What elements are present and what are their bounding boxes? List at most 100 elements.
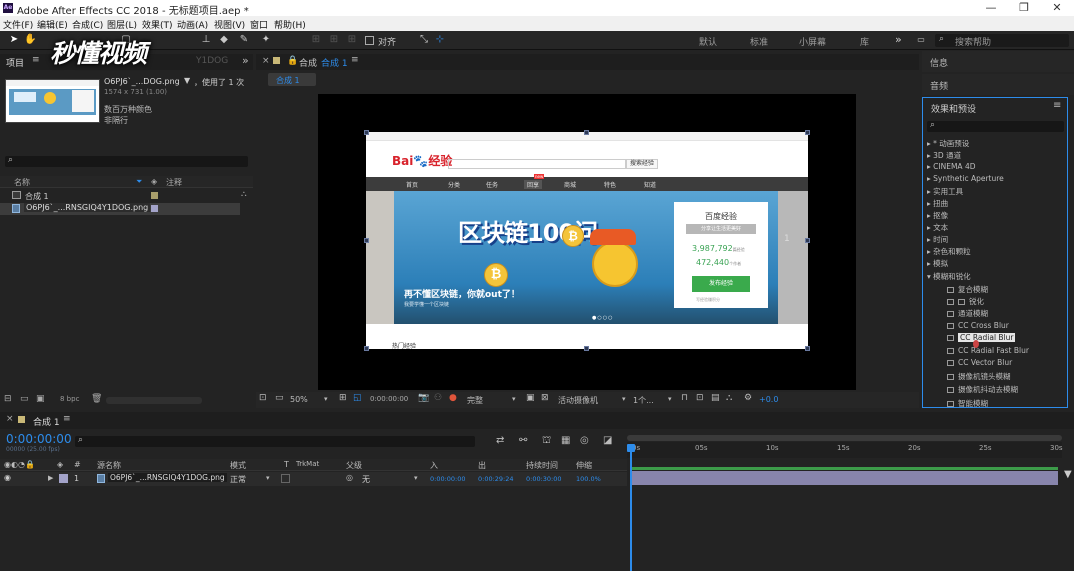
close-icon[interactable]: ✕	[1042, 1, 1072, 14]
flowchart-icon[interactable]: ⛬	[726, 393, 732, 403]
panel-menu-icon[interactable]: ≡	[351, 55, 359, 65]
draft-3d-icon[interactable]: ⚯	[519, 435, 527, 446]
preview-toggle-icon[interactable]: ⊡	[259, 393, 267, 403]
toggle-transparency-icon[interactable]: ⊠	[541, 393, 549, 403]
publish-button[interactable]: 发布经验	[692, 276, 750, 292]
fx-category-animation-presets[interactable]: ▸ * 动画预设	[927, 138, 969, 149]
eraser-tool-icon[interactable]: ◆	[218, 34, 230, 46]
snap-edge-icon[interactable]: ⤡	[418, 34, 430, 46]
layer-duration-bar[interactable]	[632, 471, 1058, 485]
col-comment[interactable]: 注释	[166, 177, 182, 188]
fx-item[interactable]: 智能模糊	[947, 398, 988, 408]
exposure-reset-icon[interactable]: ⚙	[744, 393, 752, 403]
time-ruler[interactable]: 0s 05s 10s 15s 20s 25s 30s	[627, 442, 1063, 458]
project-item-comp[interactable]: 合成 1 ⛬	[0, 189, 253, 202]
resolution-dropdown-icon[interactable]: ▾	[512, 395, 516, 403]
new-comp-icon[interactable]: ▣	[36, 394, 45, 404]
close-tab-icon[interactable]: ×	[262, 56, 270, 66]
menu-file[interactable]: 文件(F)	[3, 18, 33, 31]
transform-handle[interactable]	[805, 238, 810, 243]
maximize-icon[interactable]: ❐	[1009, 1, 1039, 14]
playhead[interactable]	[630, 446, 632, 571]
flowchart-icon[interactable]: ⛬	[241, 189, 247, 199]
camera-select[interactable]: 活动摄像机	[558, 395, 598, 406]
transform-handle[interactable]	[364, 238, 369, 243]
label-color-chip[interactable]	[59, 474, 68, 483]
graph-editor-icon[interactable]: ◪	[603, 435, 612, 446]
menu-animation[interactable]: 动画(A)	[177, 18, 208, 31]
transparency-grid-icon[interactable]: ◱	[353, 393, 362, 403]
layer-out[interactable]: 0:00:29:24	[478, 475, 514, 483]
motion-blur-icon[interactable]: ◎	[580, 435, 589, 446]
layer-in[interactable]: 0:00:00:00	[430, 475, 466, 483]
lock-icon[interactable]: 🔒	[287, 56, 298, 66]
workspace-standard[interactable]: 标准	[750, 35, 768, 48]
fx-category-3d-channel[interactable]: ▸ 3D 通道	[927, 150, 961, 161]
menu-layer[interactable]: 图层(L)	[107, 18, 137, 31]
parent-select[interactable]: 无	[362, 474, 370, 485]
composition-canvas[interactable]: Bai🐾经验 搜索经验 首页 分类 任务 回享 new 商城 特色 知道 区块链…	[318, 94, 856, 390]
fx-category-cinema4d[interactable]: ▸ CINEMA 4D	[927, 162, 976, 171]
fx-item[interactable]: CC Radial Fast Blur	[947, 346, 1029, 355]
zoom-dropdown-icon[interactable]: ▾	[324, 395, 328, 403]
workspace-small-screen[interactable]: 小屏幕	[799, 35, 826, 48]
menu-view[interactable]: 视图(V)	[214, 18, 245, 31]
transform-handle[interactable]	[364, 130, 369, 135]
pixel-aspect-icon[interactable]: ⊓	[681, 393, 688, 403]
fx-category-blur-sharpen[interactable]: ▾ 模糊和锐化	[927, 271, 971, 282]
transform-handle[interactable]	[584, 346, 589, 351]
effects-search-input[interactable]: ⌕	[927, 120, 1064, 132]
parent-dropdown-icon[interactable]: ▾	[414, 474, 418, 482]
monitor-icon[interactable]: ▭	[275, 393, 284, 403]
transform-handle[interactable]	[364, 346, 369, 351]
fx-item[interactable]: 通道模糊	[947, 308, 988, 319]
workspace-more-button[interactable]: »	[895, 33, 902, 46]
timeline-tab[interactable]: 合成 1	[33, 415, 60, 428]
footage-layer[interactable]: Bai🐾经验 搜索经验 首页 分类 任务 回享 new 商城 特色 知道 区块链…	[366, 132, 808, 349]
fx-category-text[interactable]: ▸ 文本	[927, 222, 948, 233]
label-color-chip[interactable]	[151, 192, 158, 199]
color-channels-icon[interactable]: ●	[449, 393, 457, 403]
site-banner[interactable]: 区块链100问 ₿ ₿ 再不懂区块链，你就out了！ 我要学懂一个区块链 ●○○…	[394, 191, 778, 324]
pick-whip-icon[interactable]: ◎	[346, 473, 353, 482]
blend-mode-select[interactable]: 正常	[230, 474, 246, 485]
fx-category-time[interactable]: ▸ 时间	[927, 234, 948, 245]
minimize-icon[interactable]: —	[976, 1, 1006, 14]
search-help-field[interactable]: ⌕ 搜索帮助	[935, 34, 1069, 48]
timeline-search-input[interactable]: ⌕	[75, 435, 475, 447]
asset-dropdown-icon[interactable]: ▼	[184, 76, 190, 85]
exposure-value[interactable]: +0.0	[759, 395, 778, 404]
hand-tool-icon[interactable]: ✋	[24, 34, 36, 46]
col-name[interactable]: 名称	[14, 177, 30, 188]
views-dropdown-icon[interactable]: ▾	[668, 395, 672, 403]
comp-tab-name[interactable]: 合成 1	[321, 56, 348, 69]
fx-item[interactable]: CC Vector Blur	[947, 358, 1012, 367]
fx-item[interactable]: 复合模糊	[947, 284, 988, 295]
views-select[interactable]: 1个...	[633, 395, 654, 406]
layer-row[interactable]: ◉ ▶ 1 O6PJ6`_...RNSGIQ4Y1DOG.png 正常 ▾ ◎ …	[0, 472, 627, 486]
fx-item[interactable]: 锐化	[947, 296, 984, 307]
new-folder-icon[interactable]: ▭	[20, 394, 29, 404]
info-panel[interactable]: 信息	[922, 51, 1074, 72]
fast-preview-icon[interactable]: ⊡	[696, 393, 704, 403]
expand-layer-icon[interactable]: ▶	[48, 474, 53, 482]
zoom-handle-icon[interactable]: ▼	[1064, 469, 1072, 481]
fit-icon[interactable]: ⊞	[339, 393, 347, 403]
comp-mini-flowchart-icon[interactable]: ⇄	[496, 435, 504, 446]
audio-panel[interactable]: 音频	[922, 74, 1074, 95]
fx-category-noise-grain[interactable]: ▸ 杂色和颗粒	[927, 246, 971, 257]
project-tab[interactable]: 项目	[6, 56, 24, 69]
region-of-interest-icon[interactable]: ▣	[526, 393, 535, 403]
fx-item[interactable]: CC Cross Blur	[947, 321, 1009, 330]
close-tab-icon[interactable]: ×	[6, 414, 14, 424]
menu-help[interactable]: 帮助(H)	[274, 18, 306, 31]
roto-brush-icon[interactable]: ✎	[238, 34, 250, 46]
label-color-chip[interactable]	[151, 205, 158, 212]
frame-blending-icon[interactable]: ▦	[561, 435, 570, 446]
resolution-select[interactable]: 完整	[467, 395, 483, 406]
eye-icon[interactable]: ◉◐◔🔒	[4, 460, 35, 469]
fx-category-keying[interactable]: ▸ 抠像	[927, 210, 948, 221]
more-tabs-icon[interactable]: »	[242, 54, 249, 67]
fx-item[interactable]: 摄像机抖动去模糊	[947, 384, 1018, 395]
show-snapshot-icon[interactable]: ⚇	[434, 393, 442, 403]
